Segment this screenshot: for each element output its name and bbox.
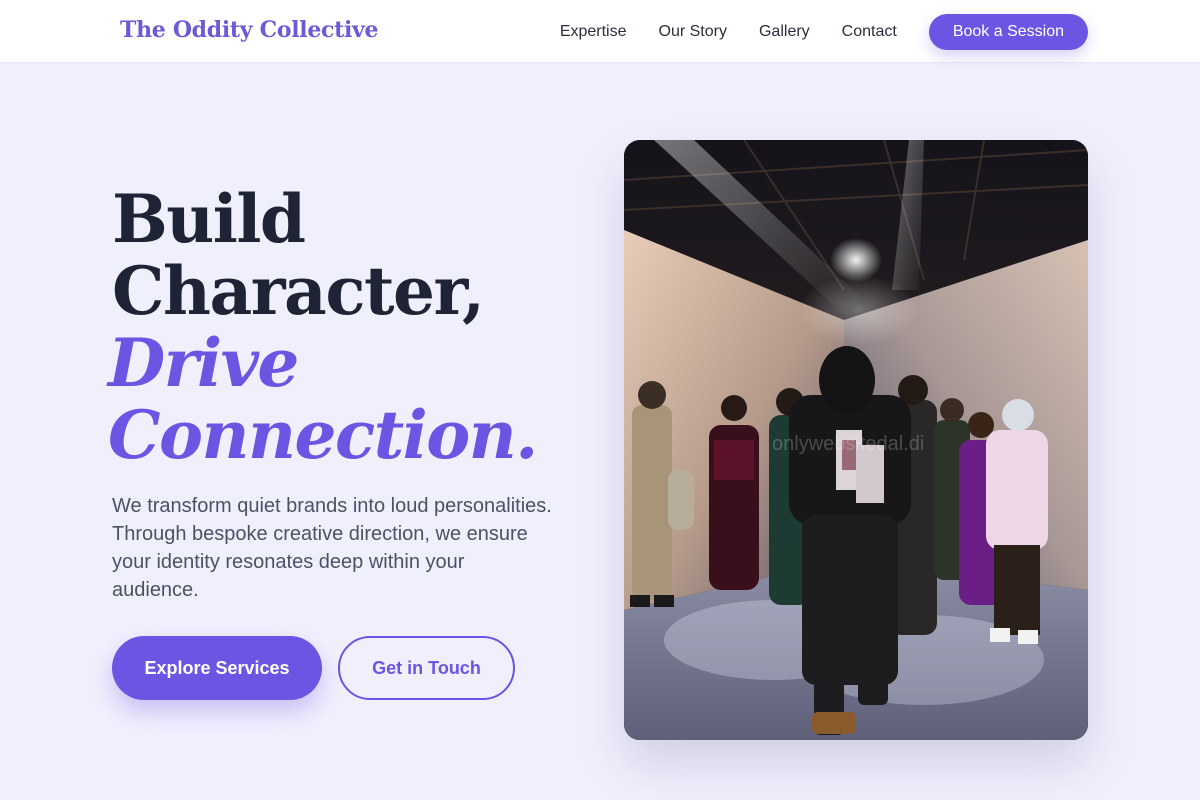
hero-image: onlywebsitedal.di (624, 140, 1088, 740)
book-session-button[interactable]: Book a Session (928, 14, 1088, 50)
explore-services-button[interactable]: Explore Services (112, 636, 322, 700)
image-watermark: onlywebsitedal.di (772, 433, 924, 455)
nav-link-expertise[interactable]: Expertise (560, 23, 627, 41)
nav-link-gallery[interactable]: Gallery (759, 23, 810, 41)
nav-link-contact[interactable]: Contact (842, 23, 897, 41)
hero-title-line-2: Character, (112, 252, 485, 330)
nav-link-our-story[interactable]: Our Story (659, 23, 727, 41)
get-in-touch-button[interactable]: Get in Touch (338, 636, 515, 700)
main-nav: Expertise Our Story Gallery Contact Book… (560, 14, 1088, 50)
top-navbar: The Oddity Collective Expertise Our Stor… (0, 0, 1200, 63)
hero-title-line-1: Build (112, 180, 306, 258)
hero-description: We transform quiet brands into loud pers… (112, 495, 552, 601)
hero-title-line-4: Connection. (108, 396, 538, 474)
brand-logo[interactable]: The Oddity Collective (120, 17, 379, 43)
hero-title: Build Character, Drive Connection. (108, 180, 538, 471)
hero-title-line-3: Drive (108, 324, 299, 402)
